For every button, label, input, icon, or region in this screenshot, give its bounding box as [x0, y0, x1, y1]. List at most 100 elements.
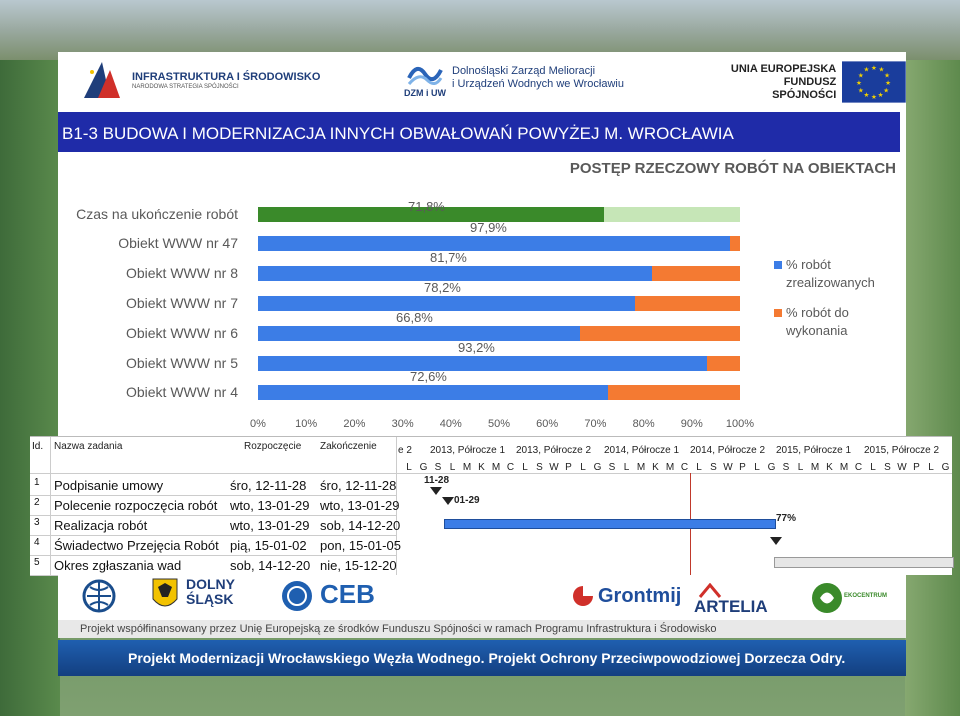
legend-swatch-done — [774, 260, 782, 269]
gantt-month: C — [854, 462, 863, 473]
milestone-label: 11-28 — [424, 475, 450, 486]
logo-eu: UNIA EUROPEJSKA FUNDUSZ SPÓJNOŚCI ★ ★ ★ ★ ★… — [724, 60, 906, 104]
bar-value-label: 72,6% — [410, 369, 447, 384]
bar-done — [258, 296, 635, 311]
ceb-icon — [282, 581, 312, 611]
dzmiuw-line2: i Urządzeń Wodnych we Wrocławiu — [452, 78, 624, 90]
gantt-row-divider — [30, 495, 396, 496]
logo-infrastruktura-name: INFRASTRUKTURA I ŚRODOWISKO — [132, 70, 321, 83]
bar-done — [258, 266, 652, 281]
bar-done — [258, 236, 730, 251]
bar-remaining — [634, 296, 740, 311]
gantt-period: 2013, Półrocze 2 — [516, 445, 592, 456]
gantt-month: M — [491, 462, 501, 473]
gantt-period: 2014, Półrocze 1 — [604, 445, 680, 456]
gantt-month: L — [522, 462, 528, 473]
logo-grontmij: Grontmij — [598, 585, 682, 607]
gantt-month: S — [710, 462, 717, 473]
gantt-month: K — [826, 462, 833, 473]
gantt-cell-start: wto, 13-01-29 — [230, 518, 310, 533]
task-bar-realizacja — [444, 519, 776, 529]
svg-text:★: ★ — [878, 91, 884, 99]
category-label: Obiekt WWW nr 4 — [125, 384, 238, 400]
dzmiuw-icon — [407, 66, 443, 85]
gantt-month: S — [536, 462, 543, 473]
bar-row — [258, 266, 740, 281]
gantt-month: M — [636, 462, 646, 473]
grontmij-icon — [573, 586, 593, 606]
gantt-period: 2015, Półrocze 2 — [864, 445, 940, 456]
logo-infrastruktura-sub: NARODOWA STRATEGIA SPÓJNOŚCI — [132, 83, 239, 90]
legend-label-remaining: % robót do wykonania — [786, 305, 849, 338]
gantt-month: K — [478, 462, 485, 473]
gantt-month: G — [593, 462, 602, 473]
x-tick-label: 90% — [680, 418, 703, 430]
bar-done — [258, 356, 708, 371]
bar-remaining — [707, 356, 740, 371]
gantt-cell-name: Podpisanie umowy — [54, 478, 164, 493]
logo-ekocentrum: EKOCENTRUM — [844, 593, 887, 599]
bar-row — [258, 296, 740, 311]
bar-remaining — [604, 207, 740, 222]
gantt-month: L — [406, 462, 412, 473]
x-tick-label: 50% — [487, 418, 511, 430]
dzmiuw-mark: DZM i UW — [404, 88, 446, 98]
gantt-cell-id: 2 — [34, 497, 40, 508]
eu-flag-icon — [80, 58, 126, 102]
gantt-cell-start: śro, 12-11-28 — [230, 478, 307, 493]
milestone-label: 01-29 — [454, 495, 480, 506]
gantt-cell-start: wto, 13-01-29 — [230, 498, 310, 513]
gantt-cell-name: Polecenie rozpoczęcia robót — [54, 498, 218, 513]
logo-dolny-slask: DOLNY ŚLĄSK — [186, 576, 235, 607]
gantt-header-id: Id. — [32, 441, 44, 452]
footer-logos: DOLNY ŚLĄSK CEB Grontmij ARTELIA EKOCENT… — [58, 575, 906, 620]
category-label: Obiekt WWW nr 8 — [125, 265, 238, 281]
gantt-table: Id. Nazwa zadania Rozpoczęcie Zakończeni… — [30, 436, 954, 576]
gantt-month: L — [797, 462, 804, 473]
gantt-cell-name: Świadectwo Przejęcia Robót — [54, 538, 219, 553]
bar-remaining — [651, 266, 740, 281]
category-label: Czas na ukończenie robót — [76, 206, 238, 222]
bar-remaining — [607, 385, 740, 400]
page-title: B1-3 BUDOWA I MODERNIZACJA INNYCH OBWAŁO… — [62, 124, 734, 143]
gantt-cell-end: pon, 15-01-05 — [320, 538, 401, 553]
eu-line2: FUNDUSZ SPÓJNOŚCI — [772, 75, 837, 101]
gantt-header-start: Rozpoczęcie — [244, 441, 302, 452]
logo-artelia: ARTELIA — [694, 597, 768, 616]
ekocentrum-icon — [812, 583, 842, 613]
gantt-month: L — [580, 462, 586, 473]
gantt-month: G — [941, 462, 950, 473]
gantt-month: W — [897, 462, 907, 473]
gantt-period: e 2 — [398, 445, 412, 456]
gantt-month: P — [739, 462, 746, 473]
bar-value-label: 66,8% — [396, 310, 433, 325]
gantt-month: K — [652, 462, 659, 473]
bar-done — [258, 326, 580, 341]
gantt-row-divider — [30, 515, 396, 516]
x-tick-label: 0% — [250, 418, 266, 430]
background-photo-left — [0, 60, 60, 716]
milestone-marker — [442, 497, 454, 505]
gantt-cell-id: 1 — [34, 477, 40, 488]
gantt-month: L — [754, 462, 760, 473]
world-bank-icon — [82, 579, 116, 613]
footer-band: Projekt Modernizacji Wrocławskiego Węzła… — [58, 640, 906, 676]
legend-item-done: % robót zrealizowanych — [774, 256, 886, 292]
gantt-header-end: Zakończenie — [320, 441, 377, 452]
gantt-month: L — [623, 462, 630, 473]
legend-item-remaining: % robót do wykonania — [774, 304, 876, 340]
gantt-period: 2015, Półrocze 1 — [776, 445, 852, 456]
gantt-month: P — [913, 462, 920, 473]
milestone-marker — [770, 537, 782, 545]
gantt-month: W — [723, 462, 733, 473]
x-tick-label: 80% — [632, 418, 655, 430]
gantt-cell-id: 4 — [34, 537, 40, 548]
legend-label-done: % robót zrealizowanych — [786, 257, 875, 290]
gantt-month: G — [419, 462, 428, 473]
category-label: Obiekt WWW nr 47 — [118, 235, 238, 251]
gantt-month: L — [449, 462, 456, 473]
x-tick-label: 10% — [295, 418, 318, 430]
bar-row — [258, 385, 740, 400]
svg-text:★: ★ — [856, 79, 862, 87]
gantt-month: L — [696, 462, 702, 473]
